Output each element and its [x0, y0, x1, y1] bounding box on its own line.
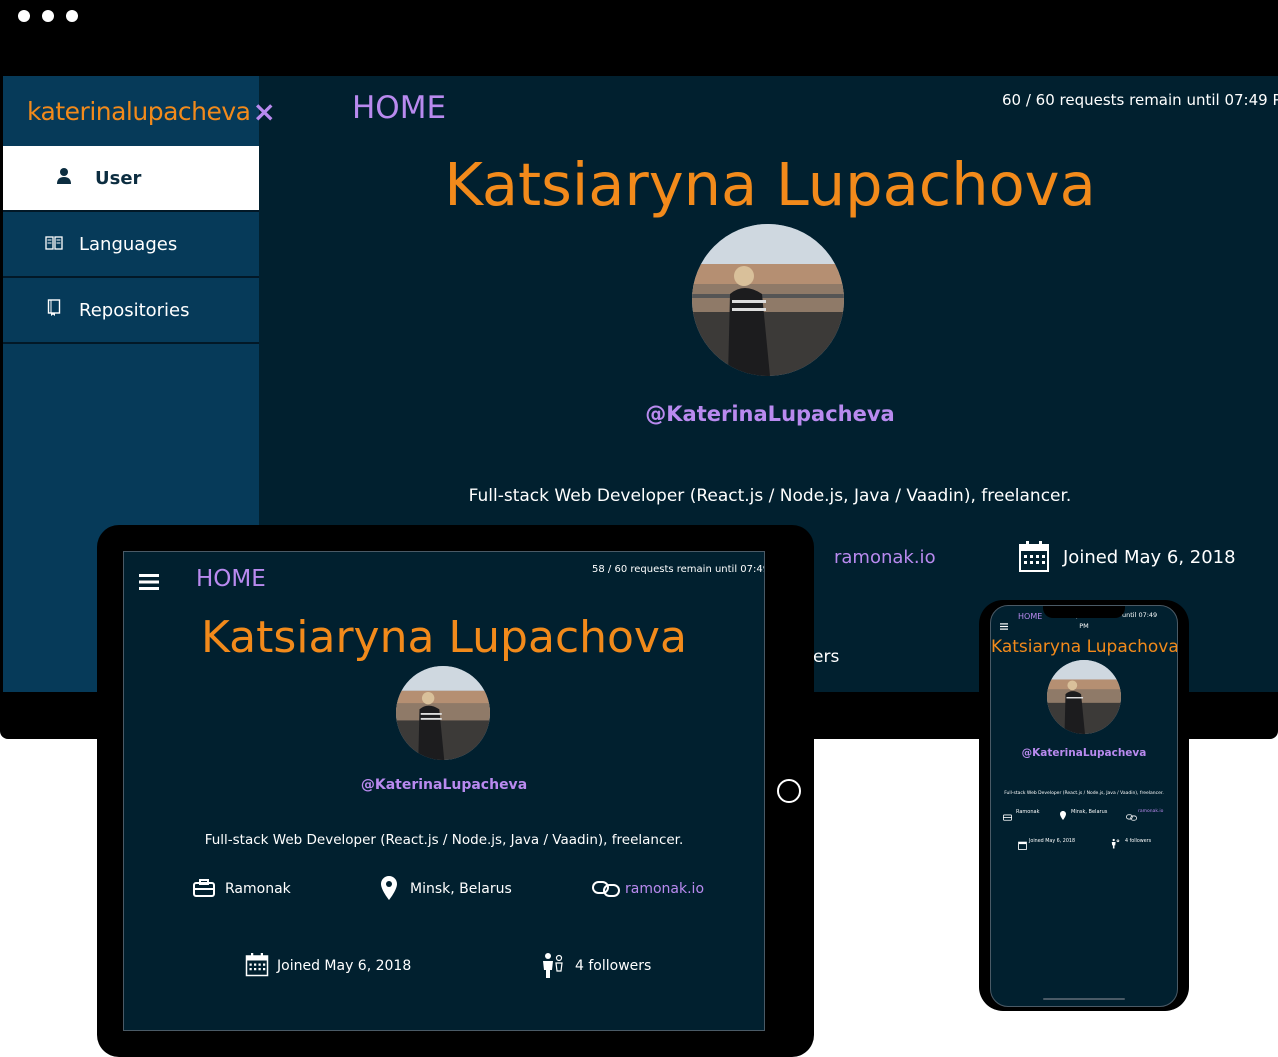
- profile-name: Katsiaryna Lupachova: [444, 150, 1096, 219]
- profile-name: Katsiaryna Lupachova: [201, 612, 687, 663]
- book-icon: [41, 235, 67, 254]
- avatar: [692, 224, 844, 376]
- menu-icon[interactable]: [139, 574, 159, 595]
- window-dot-minimize[interactable]: [42, 10, 54, 22]
- followers-partial: ers: [813, 647, 840, 667]
- phone-screen: HOME requests remain until 07:49 PM Kats…: [990, 605, 1178, 1007]
- followers-count: 4 followers: [575, 958, 652, 974]
- window-dot-close[interactable]: [18, 10, 30, 22]
- profile-name: Katsiaryna Lupachova: [991, 637, 1178, 657]
- page-title: HOME: [1018, 612, 1043, 621]
- tablet-screen: HOME 58 / 60 requests remain until 07:49…: [123, 551, 765, 1031]
- sidebar-item-label: User: [95, 167, 142, 189]
- followers-count: 4 followers: [1125, 839, 1152, 844]
- calendar-icon: [1018, 837, 1027, 855]
- sidebar-item-languages[interactable]: Languages: [3, 212, 259, 278]
- location-icon: [381, 876, 397, 905]
- joined-date: Joined May 6, 2018: [1029, 839, 1075, 844]
- profile-handle[interactable]: @KaterinaLupacheva: [991, 747, 1177, 759]
- company-icon: [1003, 808, 1012, 826]
- sidebar-username: katerinalupacheva: [27, 96, 251, 126]
- followers-icon: [541, 952, 567, 983]
- repo-icon: [41, 299, 67, 321]
- link-icon: [592, 880, 620, 903]
- website-link[interactable]: ramonak.io: [834, 547, 936, 568]
- location: Minsk, Belarus: [410, 881, 512, 897]
- profile-bio: Full-stack Web Developer (React.js / Nod…: [468, 486, 1072, 506]
- rate-limit-status: 58 / 60 requests remain until 07:49 PM: [592, 564, 764, 575]
- calendar-icon: [1018, 541, 1050, 578]
- profile-handle[interactable]: @KaterinaLupacheva: [262, 402, 1278, 426]
- calendar-icon: [245, 953, 269, 982]
- close-icon[interactable]: ×: [253, 95, 276, 128]
- link-icon: [1126, 808, 1137, 826]
- website-link[interactable]: ramonak.io: [1138, 809, 1163, 814]
- window-controls: [18, 10, 78, 22]
- tablet-home-button[interactable]: [777, 779, 801, 803]
- joined-date: Joined May 6, 2018: [277, 958, 412, 974]
- sidebar-header: katerinalupacheva ×: [3, 76, 276, 146]
- user-icon: [51, 167, 77, 189]
- page-title: HOME: [352, 90, 447, 126]
- phone-notch: [1043, 606, 1125, 618]
- sidebar-item-repositories[interactable]: Repositories: [3, 278, 259, 344]
- profile-bio: Full-stack Web Developer (React.js / Nod…: [1004, 791, 1164, 796]
- company-icon: [193, 879, 215, 902]
- company: Ramonak: [225, 881, 291, 897]
- rate-limit-suffix: PM: [1079, 622, 1089, 630]
- avatar: [396, 666, 490, 760]
- rate-limit-status: 60 / 60 requests remain until 07:49 PM: [1002, 91, 1278, 109]
- followers-icon: [1111, 836, 1121, 854]
- location: Minsk, Belarus: [1071, 809, 1108, 815]
- sidebar-item-label: Languages: [79, 233, 178, 255]
- sidebar-item-user[interactable]: User: [3, 146, 259, 212]
- avatar: [1047, 660, 1121, 734]
- joined-date: Joined May 6, 2018: [1063, 547, 1236, 568]
- profile-bio: Full-stack Web Developer (React.js / Nod…: [204, 832, 684, 848]
- page-title: HOME: [196, 566, 266, 592]
- phone-home-indicator: [1043, 998, 1125, 1000]
- profile-handle[interactable]: @KaterinaLupacheva: [124, 777, 764, 793]
- window-dot-maximize[interactable]: [66, 10, 78, 22]
- company: Ramonak: [1016, 809, 1040, 815]
- tablet-frame: HOME 58 / 60 requests remain until 07:49…: [97, 525, 814, 1057]
- sidebar-item-label: Repositories: [79, 299, 190, 321]
- website-link[interactable]: ramonak.io: [625, 881, 704, 897]
- phone-frame: HOME requests remain until 07:49 PM Kats…: [979, 600, 1189, 1011]
- location-icon: [1060, 807, 1066, 825]
